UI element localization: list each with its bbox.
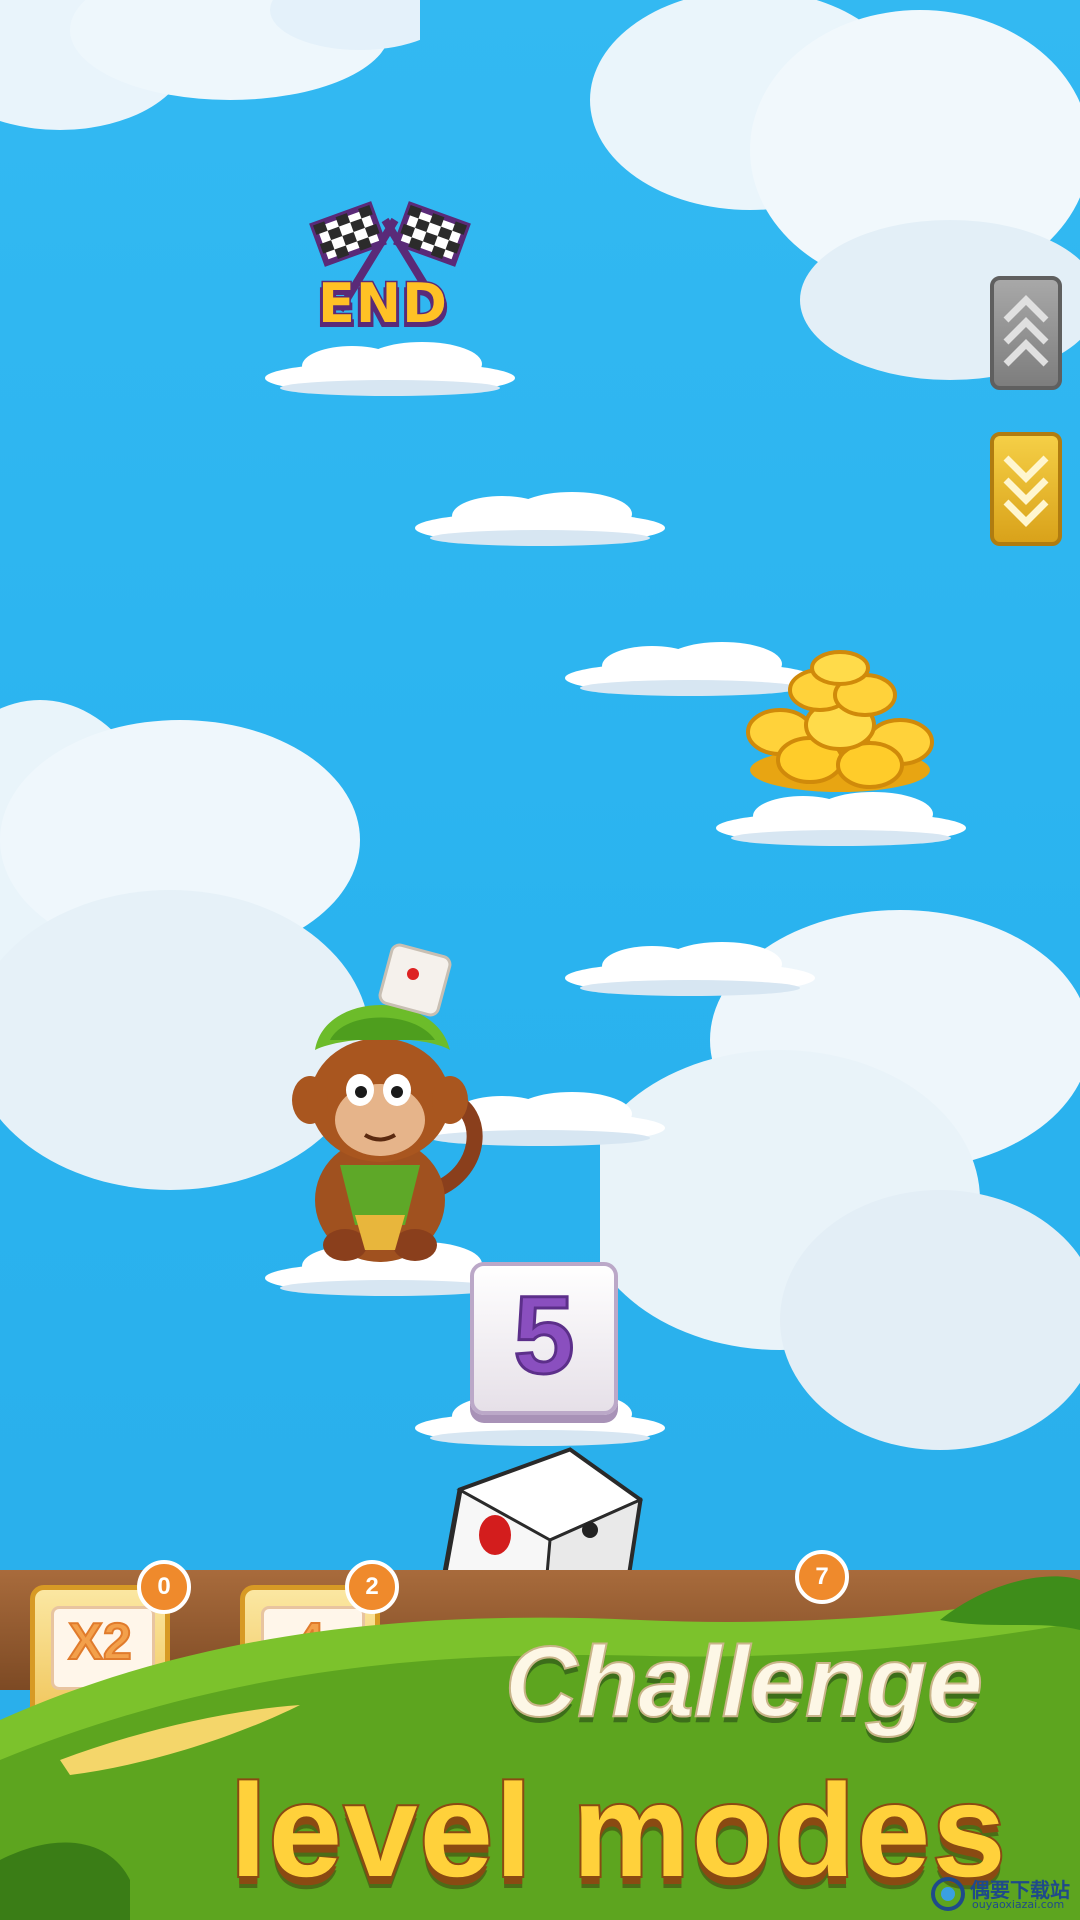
scroll-down-button[interactable] [990, 432, 1062, 546]
monkey-character-icon [292, 943, 483, 1262]
scroll-up-button[interactable] [990, 276, 1062, 390]
end-label: END [317, 271, 449, 337]
site-watermark: 偶要下载站 ouyaoxiazai.com [930, 1872, 1078, 1916]
game-board: END 5 X2 0 2 7 Challenge level modes 偶要下… [0, 0, 1080, 1920]
caption-line-1: Challenge [504, 1625, 984, 1739]
triple-chevron-down-icon [1003, 455, 1049, 527]
dice-result-tile: 5 [470, 1262, 618, 1415]
dice-result-value: 5 [512, 1273, 576, 1399]
watermark-text-en: ouyaoxiazai.com [972, 1898, 1065, 1911]
background-cloud-top-left [0, 0, 420, 130]
triple-chevron-up-icon [1003, 295, 1049, 367]
gold-coins-icon [746, 650, 934, 792]
cloud-platform [415, 492, 665, 546]
cloud-platform [565, 942, 815, 996]
caption-line-2: level modes [228, 1755, 1008, 1906]
watermark-logo-icon [931, 1877, 965, 1911]
